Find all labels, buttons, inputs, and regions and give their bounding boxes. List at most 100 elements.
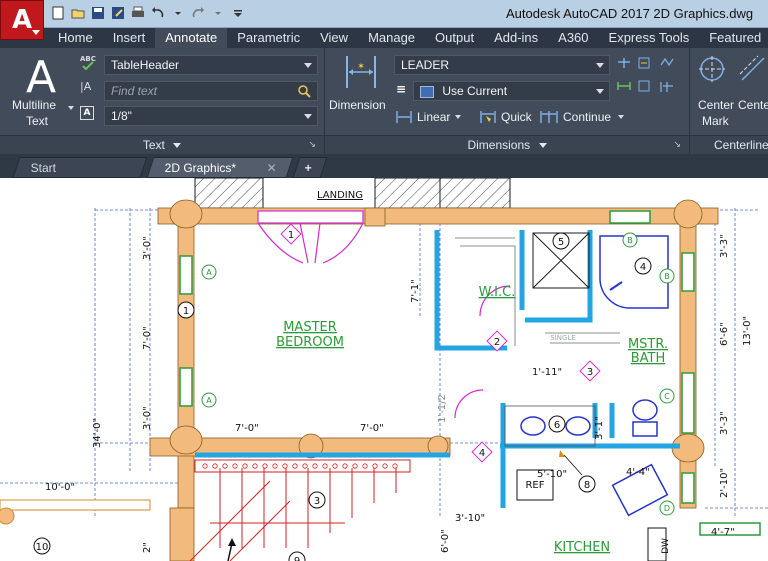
multiline-text-button[interactable]: A Multiline Text (4, 52, 76, 130)
tab-2d-graphics[interactable]: 2D Graphics* ✕ (146, 157, 294, 179)
svg-text:5: 5 (558, 237, 564, 248)
text-panel-footer[interactable]: Text ↘ (0, 135, 324, 154)
tab-annotate[interactable]: Annotate (155, 28, 228, 48)
dimension-style-dropdown[interactable]: LEADER (394, 55, 610, 75)
quick-dimension-button[interactable]: Quick (480, 108, 532, 126)
tab-home[interactable]: Home (48, 28, 103, 48)
center-mark-label-2: Mark (702, 114, 729, 128)
drawing-canvas[interactable]: LANDING REF DW MASTER BEDROOM W.I.C. MST… (0, 177, 768, 561)
tag-9: 9 (288, 551, 306, 561)
dim-text: 4'-4" (626, 467, 650, 478)
dim-text: 10'-0" (45, 482, 75, 493)
dim-text: 3'-3" (719, 234, 730, 258)
undo-dropdown[interactable] (170, 5, 186, 21)
dimension-layer-dropdown[interactable]: Use Current (413, 81, 610, 101)
document-tabs: Start 2D Graphics* ✕ + (0, 154, 768, 178)
tab-featured[interactable]: Featured (699, 28, 768, 48)
printer-icon (132, 6, 144, 17)
plot-button[interactable] (130, 5, 146, 21)
tag-10: 10 (33, 537, 51, 555)
svg-text:✶: ✶ (357, 62, 365, 72)
dim-text: 5'-10" (537, 469, 567, 480)
dialog-launcher-icon[interactable]: ↘ (673, 140, 681, 150)
single-label: SINGLE (550, 334, 576, 342)
dim-text: 3'-10" (455, 513, 485, 524)
svg-text:10: 10 (36, 542, 49, 553)
multiline-label: Multiline (12, 98, 57, 112)
svg-text:B: B (664, 272, 670, 281)
quick-label: Quick (501, 110, 532, 124)
find-replace-icon[interactable] (295, 84, 313, 98)
continue-dimension-icon (540, 111, 558, 123)
new-tab-button[interactable]: + (292, 157, 328, 178)
tab-manage[interactable]: Manage (358, 28, 425, 48)
tag-3: 3 (579, 360, 601, 382)
tab-start-label: Start (30, 161, 57, 175)
tab-add-ins[interactable]: Add-ins (484, 28, 548, 48)
new-file-button[interactable] (50, 5, 66, 21)
center-mark-button[interactable]: Center Mark (692, 52, 734, 128)
text-height-icon: A (80, 106, 94, 120)
text-a-icon: A (26, 52, 57, 103)
open-file-button[interactable] (70, 5, 86, 21)
text-height-dropdown[interactable]: 1/8" (104, 106, 318, 126)
dimension-button[interactable]: ✶ Dimension (329, 52, 393, 122)
room-label-bath: BATH (631, 351, 666, 366)
center-mark-icon (699, 56, 725, 82)
dim-text: 2" (142, 542, 153, 553)
text-style-dropdown[interactable]: TableHeader (104, 55, 318, 75)
svg-text:A: A (206, 396, 212, 405)
quick-dimension-icon (480, 111, 496, 123)
tab-a360[interactable]: A360 (548, 28, 598, 48)
dim-text: 3'-3" (719, 411, 730, 435)
chevron-down-icon (304, 63, 312, 68)
dialog-launcher-icon[interactable]: ↘ (308, 140, 316, 150)
title-bar: A Autodesk AutoCAD 2017 2D Graphics.dwg (0, 0, 768, 40)
tag-6: 6 (548, 415, 566, 433)
redo-dropdown[interactable] (210, 5, 226, 21)
find-text-placeholder: Find text (111, 84, 158, 98)
svg-text:3: 3 (314, 496, 320, 507)
window (681, 472, 695, 504)
abc-check-icon: ABC (80, 55, 98, 71)
tab-view[interactable]: View (310, 28, 358, 48)
close-icon[interactable]: ✕ (267, 158, 277, 179)
svg-text:4: 4 (479, 448, 485, 459)
plus-icon: + (304, 161, 312, 175)
customize-qat-button[interactable] (230, 5, 246, 21)
tab-parametric[interactable]: Parametric (227, 28, 310, 48)
tab-express-tools[interactable]: Express Tools (599, 28, 700, 48)
quick-access-toolbar (50, 5, 246, 23)
dw-label: DW (661, 538, 671, 554)
folder-icon (71, 9, 85, 19)
linear-dimension-button[interactable]: Linear (396, 108, 462, 126)
application-menu-button[interactable]: A (0, 0, 44, 40)
undo-button[interactable] (150, 5, 166, 21)
save-button[interactable] (90, 5, 106, 21)
dim-text: 13'-0" (742, 316, 753, 346)
redo-button[interactable] (190, 5, 206, 21)
dimension-label: Dimension (329, 98, 386, 112)
window-tag-a: A (201, 264, 217, 280)
chevron-down-icon (175, 12, 181, 15)
ref-label: REF (525, 480, 544, 491)
centerline-button[interactable]: Cente (734, 52, 768, 126)
room-label-kitchen: KITCHEN (554, 540, 610, 555)
centerlines-panel-footer[interactable]: Centerline (690, 135, 768, 154)
ribbon-tabs: Home Insert Annotate Parametric View Man… (0, 28, 768, 48)
dimensions-panel-footer[interactable]: Dimensions ↘ (325, 135, 689, 154)
continue-dimension-button[interactable]: Continue (540, 108, 625, 126)
save-as-button[interactable] (110, 5, 126, 21)
window-tag-a: A (201, 392, 217, 408)
dim-tools-icons (615, 56, 685, 100)
tab-start[interactable]: Start (12, 157, 148, 178)
autocad-window: A Autodesk AutoCAD 2017 2D Graphics.dwg … (0, 0, 768, 561)
linear-label: Linear (417, 110, 451, 124)
tab-output[interactable]: Output (425, 28, 484, 48)
window-tag-b: B (622, 232, 638, 248)
find-text-input[interactable]: Find text (104, 81, 318, 101)
dim-text: 3'-1" (594, 416, 605, 440)
tab-insert[interactable]: Insert (103, 28, 156, 48)
window (681, 372, 695, 434)
text-panel: A Multiline Text ABC TableHeader |A Find… (0, 48, 325, 154)
